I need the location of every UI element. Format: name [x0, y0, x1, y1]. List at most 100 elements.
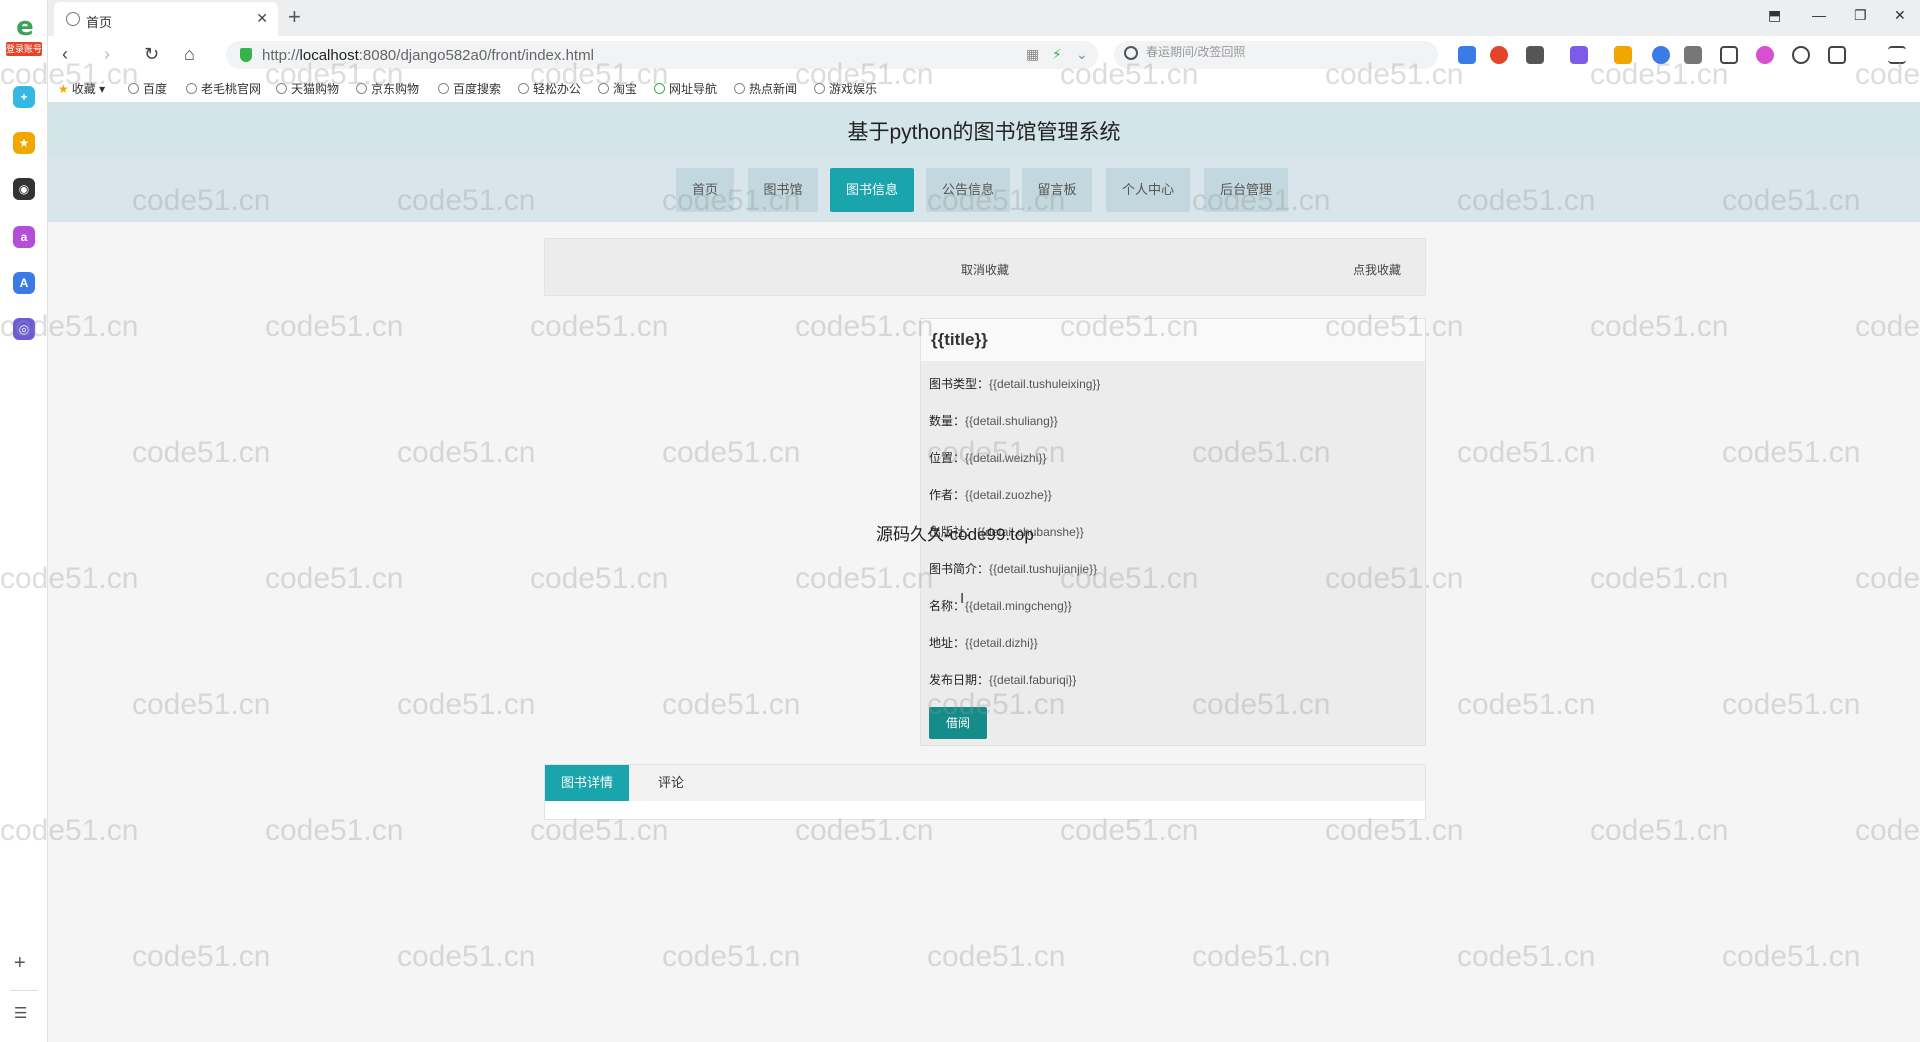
ai-assistant-icon[interactable]: a: [13, 226, 35, 248]
search-icon: [1124, 46, 1138, 60]
game-app-icon[interactable]: ◉: [13, 178, 35, 200]
weibo-icon[interactable]: [1490, 46, 1508, 64]
overlay-watermark-text: 源码久久-code99.top: [876, 525, 1034, 544]
search-input[interactable]: 春运期间/改签回照: [1146, 43, 1245, 60]
field-author: 作者：{{detail.zuozhe}}: [929, 488, 1052, 502]
puzzle-icon[interactable]: [1684, 46, 1702, 64]
ai-app-icon[interactable]: A: [13, 272, 35, 294]
bot-app-icon[interactable]: ◎: [13, 318, 35, 340]
zoom-icon[interactable]: [1652, 46, 1670, 64]
bookmark-item[interactable]: 轻松办公: [518, 80, 581, 97]
reload-icon[interactable]: ↻: [144, 44, 159, 65]
site-title: 基于python的图书馆管理系统: [847, 121, 1121, 144]
tab-title: 首页: [86, 15, 113, 30]
nav-book-info[interactable]: 图书信息: [830, 168, 914, 212]
menu-icon[interactable]: [1888, 46, 1906, 64]
nav-home[interactable]: 首页: [676, 168, 734, 212]
field-name: 名称：{{detail.mingcheng}}: [929, 599, 1072, 613]
globe-icon: [438, 83, 449, 94]
chevron-down-icon[interactable]: ⌄: [1076, 46, 1088, 63]
detail-tabs: 图书详情 评论: [544, 764, 1426, 820]
search-box[interactable]: 春运期间/改签回照: [1114, 41, 1438, 69]
translate-icon[interactable]: [1570, 46, 1588, 64]
bookmark-item[interactable]: 网址导航: [654, 80, 717, 97]
bookmark-favorites[interactable]: ★ 收藏 ▾: [58, 80, 105, 97]
color-app-icon[interactable]: [1756, 46, 1774, 64]
globe-icon: [734, 83, 745, 94]
tabs-row: 图书详情 评论: [545, 765, 1425, 801]
text-cursor-icon: I: [960, 590, 965, 607]
book-title: {{title}}: [931, 330, 988, 349]
login-badge[interactable]: 登录账号: [6, 42, 42, 56]
nav-message-board[interactable]: 留言板: [1022, 168, 1092, 212]
restore-icon[interactable]: ❐: [1854, 7, 1867, 24]
mail-icon[interactable]: [1458, 46, 1476, 64]
nav-admin[interactable]: 后台管理: [1204, 168, 1288, 212]
browser-logo-icon: e: [16, 12, 34, 42]
baidu-icon: [128, 83, 139, 94]
menu-list-icon[interactable]: ☰: [14, 1004, 27, 1022]
window-close-icon[interactable]: ✕: [1894, 7, 1906, 24]
bookmarks-bar: ★ 收藏 ▾ 百度 老毛桃官网 天猫购物 京东购物 百度搜索 轻松办公 淘宝 网址…: [48, 74, 1920, 102]
page-viewport: 基于python的图书馆管理系统 首页 图书馆 图书信息 公告信息 留言板 个人…: [48, 102, 1920, 1042]
brightness-icon[interactable]: [1792, 46, 1810, 64]
bookmark-item[interactable]: 天猫购物: [276, 80, 339, 97]
home-icon[interactable]: ⌂: [184, 44, 195, 65]
lightning-icon[interactable]: ⚡: [1052, 46, 1062, 63]
nav-profile[interactable]: 个人中心: [1106, 168, 1190, 212]
new-tab-icon[interactable]: +: [288, 4, 301, 30]
url-text[interactable]: http://localhost:8080/django582a0/front/…: [262, 47, 594, 64]
back-icon[interactable]: ‹: [62, 44, 68, 65]
site-header: 基于python的图书馆管理系统: [48, 102, 1920, 158]
borrow-button[interactable]: 借阅: [929, 707, 987, 739]
browser-logo[interactable]: e 登录账号: [6, 14, 42, 58]
main-nav: 首页 图书馆 图书信息 公告信息 留言板 个人中心 后台管理: [48, 158, 1920, 222]
qr-icon[interactable]: ▦: [1026, 46, 1039, 63]
shield-ext-icon[interactable]: [1614, 46, 1632, 64]
shirt-icon[interactable]: ⬒: [1768, 7, 1781, 24]
nav-site-icon: [654, 83, 665, 94]
browser-sidebar: e 登录账号 + ★ ◉ a A ◎ + ☰: [0, 0, 48, 1042]
bookmark-item[interactable]: 百度: [128, 80, 167, 97]
bookmark-item[interactable]: 京东购物: [356, 80, 419, 97]
scissors-icon[interactable]: [1526, 46, 1544, 64]
nav-library[interactable]: 图书馆: [748, 168, 818, 212]
add-icon[interactable]: +: [14, 952, 26, 975]
bookmark-item[interactable]: 百度搜索: [438, 80, 501, 97]
grid-icon[interactable]: [1720, 46, 1738, 64]
minimize-icon[interactable]: —: [1812, 7, 1826, 23]
add-favorite-button[interactable]: 点我收藏: [1353, 261, 1401, 278]
globe-icon: [518, 83, 529, 94]
star-app-icon[interactable]: ★: [13, 132, 35, 154]
bookmark-item[interactable]: 淘宝: [598, 80, 637, 97]
globe-icon: [598, 83, 609, 94]
address-bar[interactable]: http://localhost:8080/django582a0/front/…: [226, 41, 1098, 69]
cancel-favorite-button[interactable]: 取消收藏: [961, 261, 1009, 278]
globe-icon: [66, 12, 80, 26]
secure-shield-icon: [240, 48, 252, 62]
undo-icon[interactable]: [1828, 46, 1846, 64]
browser-tab[interactable]: 首页 ✕: [54, 2, 278, 36]
globe-icon: [276, 83, 287, 94]
close-icon[interactable]: ✕: [256, 10, 268, 27]
bookmark-item[interactable]: 热点新闻: [734, 80, 797, 97]
browser-chrome: 首页 ✕ + ⬒ — ❐ ✕ ‹ › ↻ ⌂ http://localhost:…: [48, 0, 1920, 102]
bookmark-item[interactable]: 游戏娱乐: [814, 80, 877, 97]
detail-header: {{title}}: [921, 319, 1425, 361]
field-location: 位置：{{detail.weizhi}}: [929, 451, 1047, 465]
globe-icon: [356, 83, 367, 94]
bookmark-item[interactable]: 老毛桃官网: [186, 80, 261, 97]
star-icon: ★: [58, 82, 69, 96]
tab-bar: 首页 ✕ + ⬒ — ❐ ✕: [48, 0, 1920, 36]
field-book-type: 图书类型：{{detail.tushuleixing}}: [929, 377, 1101, 391]
plus-app-icon[interactable]: +: [13, 86, 35, 108]
field-address: 地址：{{detail.dizhi}}: [929, 636, 1038, 650]
forward-icon[interactable]: ›: [104, 44, 110, 65]
nav-announcements[interactable]: 公告信息: [926, 168, 1010, 212]
favorite-bar: 取消收藏 点我收藏: [544, 238, 1426, 296]
globe-icon: [814, 83, 825, 94]
field-summary: 图书简介：{{detail.tushujianjie}}: [929, 562, 1098, 576]
sidebar-divider: [10, 990, 38, 991]
tab-comments[interactable]: 评论: [641, 765, 701, 801]
tab-book-details[interactable]: 图书详情: [545, 765, 629, 801]
